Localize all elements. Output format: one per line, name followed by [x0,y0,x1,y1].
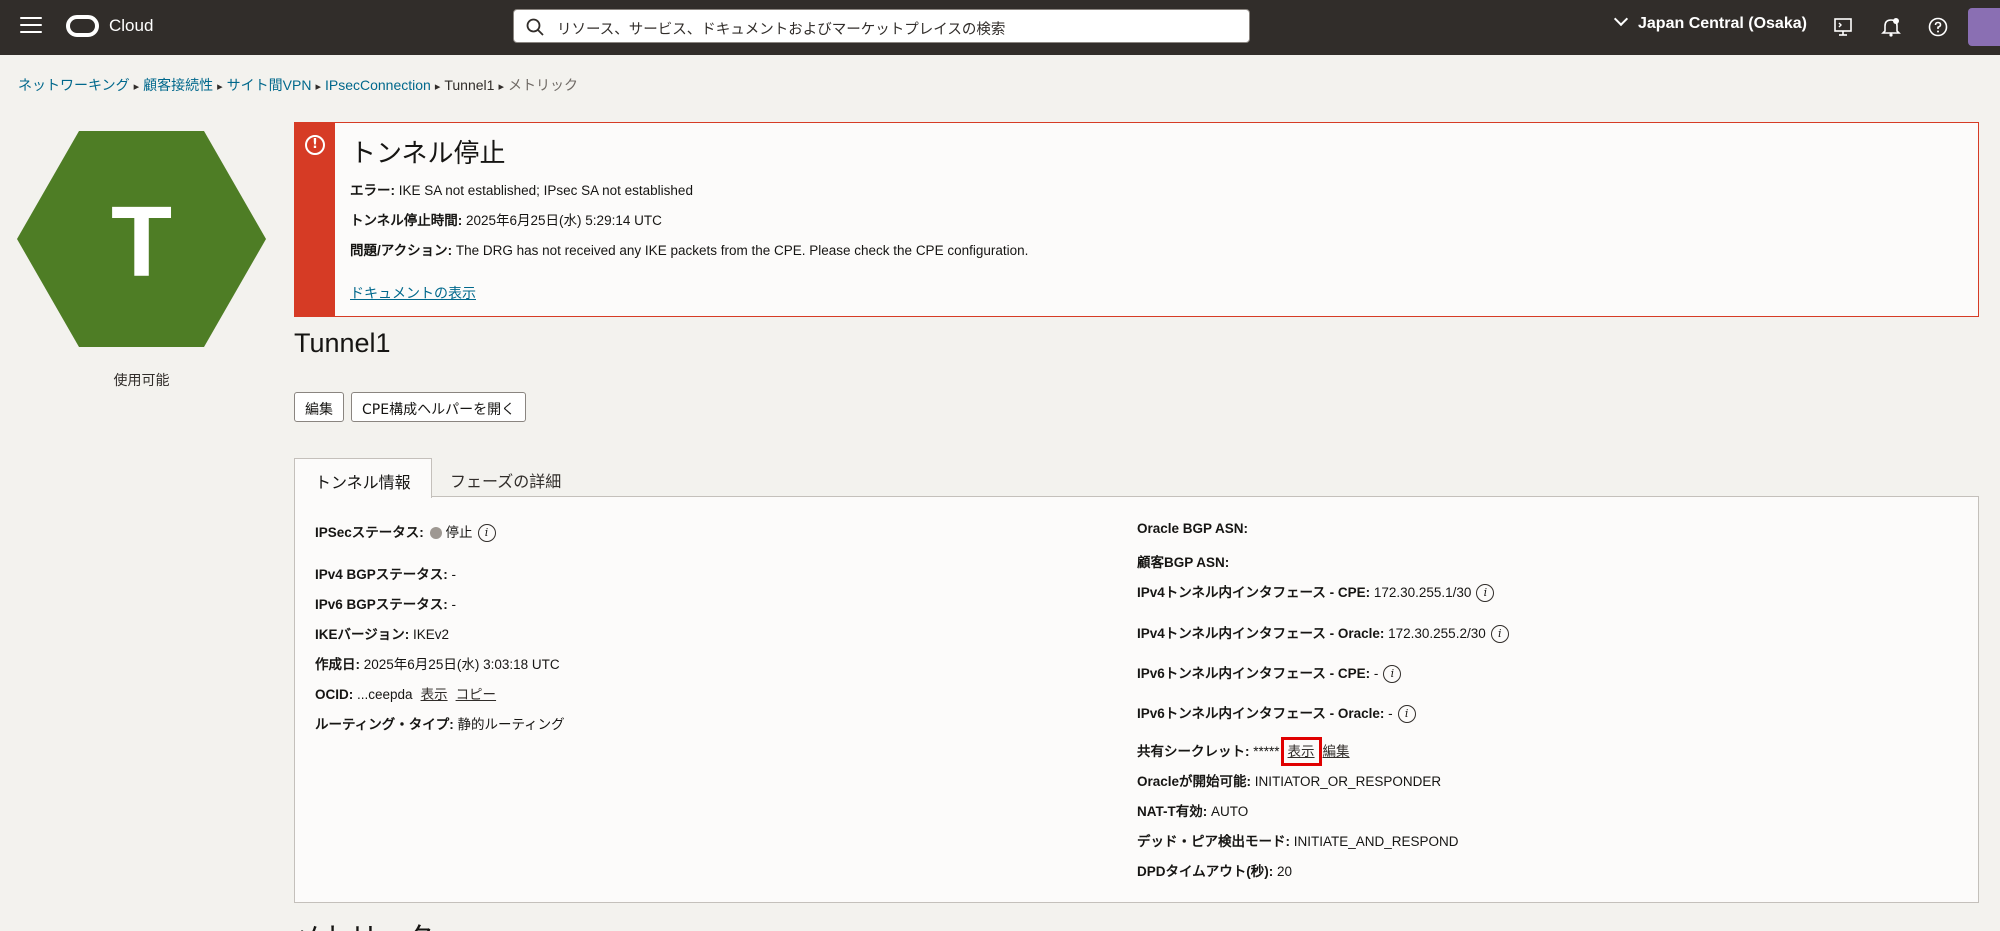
field-dpd-timeout: DPDタイムアウト(秒): 20 [1137,860,1292,880]
field-customer-bgp-asn: 顧客BGP ASN: [1137,551,1229,571]
menu-icon[interactable] [20,17,42,37]
top-navigation-bar: Cloud リソース、サービス、ドキュメントおよびマーケットプレイスの検索 Ja… [0,0,2000,55]
field-shared-secret: 共有シークレット: *****表示編集 [1137,740,1350,760]
metrics-section-title: メトリック [294,916,434,931]
field-ipv6-bgp-status: IPv6 BGPステータス: - [315,593,456,613]
oracle-logo-icon[interactable] [66,15,99,37]
search-icon [526,18,544,36]
alert-downtime-line: トンネル停止時間: 2025年6月25日(水) 5:29:14 UTC [350,209,662,229]
bell-icon[interactable] [1880,16,1902,38]
field-nat-t: NAT-T有効: AUTO [1137,800,1248,820]
chevron-down-icon [1614,12,1628,26]
edit-button[interactable]: 編集 [294,392,344,422]
error-icon: ! [305,135,325,155]
secret-edit-link[interactable]: 編集 [1323,744,1350,759]
breadcrumb-customer-connectivity[interactable]: 顧客接続性 [143,77,213,93]
info-icon[interactable]: i [1398,705,1416,723]
open-cpe-helper-button[interactable]: CPE構成ヘルパーを開く [351,392,526,422]
field-ipv4-cpe: IPv4トンネル内インタフェース - CPE: 172.30.255.1/30i [1137,581,1494,602]
resource-letter: T [111,186,172,298]
info-icon[interactable]: i [1383,665,1401,683]
info-icon[interactable]: i [1476,584,1494,602]
search-placeholder: リソース、サービス、ドキュメントおよびマーケットプレイスの検索 [557,18,1005,39]
search-input[interactable]: リソース、サービス、ドキュメントおよびマーケットプレイスの検索 [513,9,1250,43]
field-ipv6-oracle: IPv6トンネル内インタフェース - Oracle: -i [1137,702,1416,723]
alert-title: トンネル停止 [350,133,505,170]
breadcrumb-ipsec-connection[interactable]: IPsecConnection [325,77,431,93]
breadcrumb: ネットワーキング▸顧客接続性▸サイト間VPN▸IPsecConnection▸T… [18,75,578,95]
secret-show-link[interactable]: 表示 [1288,744,1315,759]
alert-action-line: 問題/アクション: The DRG has not received any I… [350,239,1028,259]
region-label: Japan Central (Osaka) [1638,15,1807,32]
field-dpd-mode: デッド・ピア検出モード: INITIATE_AND_RESPOND [1137,830,1459,850]
breadcrumb-metrics: メトリック [508,77,578,93]
ocid-copy-link[interactable]: コピー [456,687,497,702]
brand-name[interactable]: Cloud [109,16,153,36]
ocid-show-link[interactable]: 表示 [421,687,448,702]
field-ipv4-bgp-status: IPv4 BGPステータス: - [315,563,456,583]
breadcrumb-site-to-site-vpn[interactable]: サイト間VPN [227,77,312,93]
breadcrumb-tunnel: Tunnel1 [444,77,494,93]
field-oracle-bgp-asn: Oracle BGP ASN: [1137,521,1248,536]
resource-status: 使用可能 [17,370,266,390]
status-dot [430,527,442,539]
view-documentation-link[interactable]: ドキュメントの表示 [350,283,476,303]
page-title: Tunnel1 [294,328,391,359]
tunnel-info-panel: IPSecステータス: 停止i IPv4 BGPステータス: - IPv6 BG… [294,496,1979,903]
resource-hexagon: T [17,131,266,347]
field-ocid: OCID: ...ceepda表示コピー [315,683,496,703]
field-ipv4-oracle: IPv4トンネル内インタフェース - Oracle: 172.30.255.2/… [1137,622,1509,643]
field-ike-version: IKEバージョン: IKEv2 [315,623,449,643]
info-icon[interactable]: i [1491,625,1509,643]
region-selector[interactable]: Japan Central (Osaka) [1616,15,1807,39]
tab-tunnel-info[interactable]: トンネル情報 [294,458,432,498]
tab-phase-details[interactable]: フェーズの詳細 [430,458,581,496]
alert-error-line: エラー: IKE SA not established; IPsec SA no… [350,179,693,199]
field-oracle-initiation: Oracleが開始可能: INITIATOR_OR_RESPONDER [1137,770,1441,790]
field-ipsec-status: IPSecステータス: 停止i [315,521,496,542]
cloud-shell-icon[interactable] [1832,16,1854,38]
tunnel-down-alert: ! トンネル停止 エラー: IKE SA not established; IP… [294,122,1979,317]
field-routing-type: ルーティング・タイプ: 静的ルーティング [315,713,565,733]
field-created: 作成日: 2025年6月25日(水) 3:03:18 UTC [315,653,560,673]
info-icon[interactable]: i [478,524,496,542]
profile-icon[interactable] [1968,8,2000,46]
help-icon[interactable] [1927,16,1949,38]
field-ipv6-cpe: IPv6トンネル内インタフェース - CPE: -i [1137,662,1401,683]
breadcrumb-networking[interactable]: ネットワーキング [18,77,130,93]
